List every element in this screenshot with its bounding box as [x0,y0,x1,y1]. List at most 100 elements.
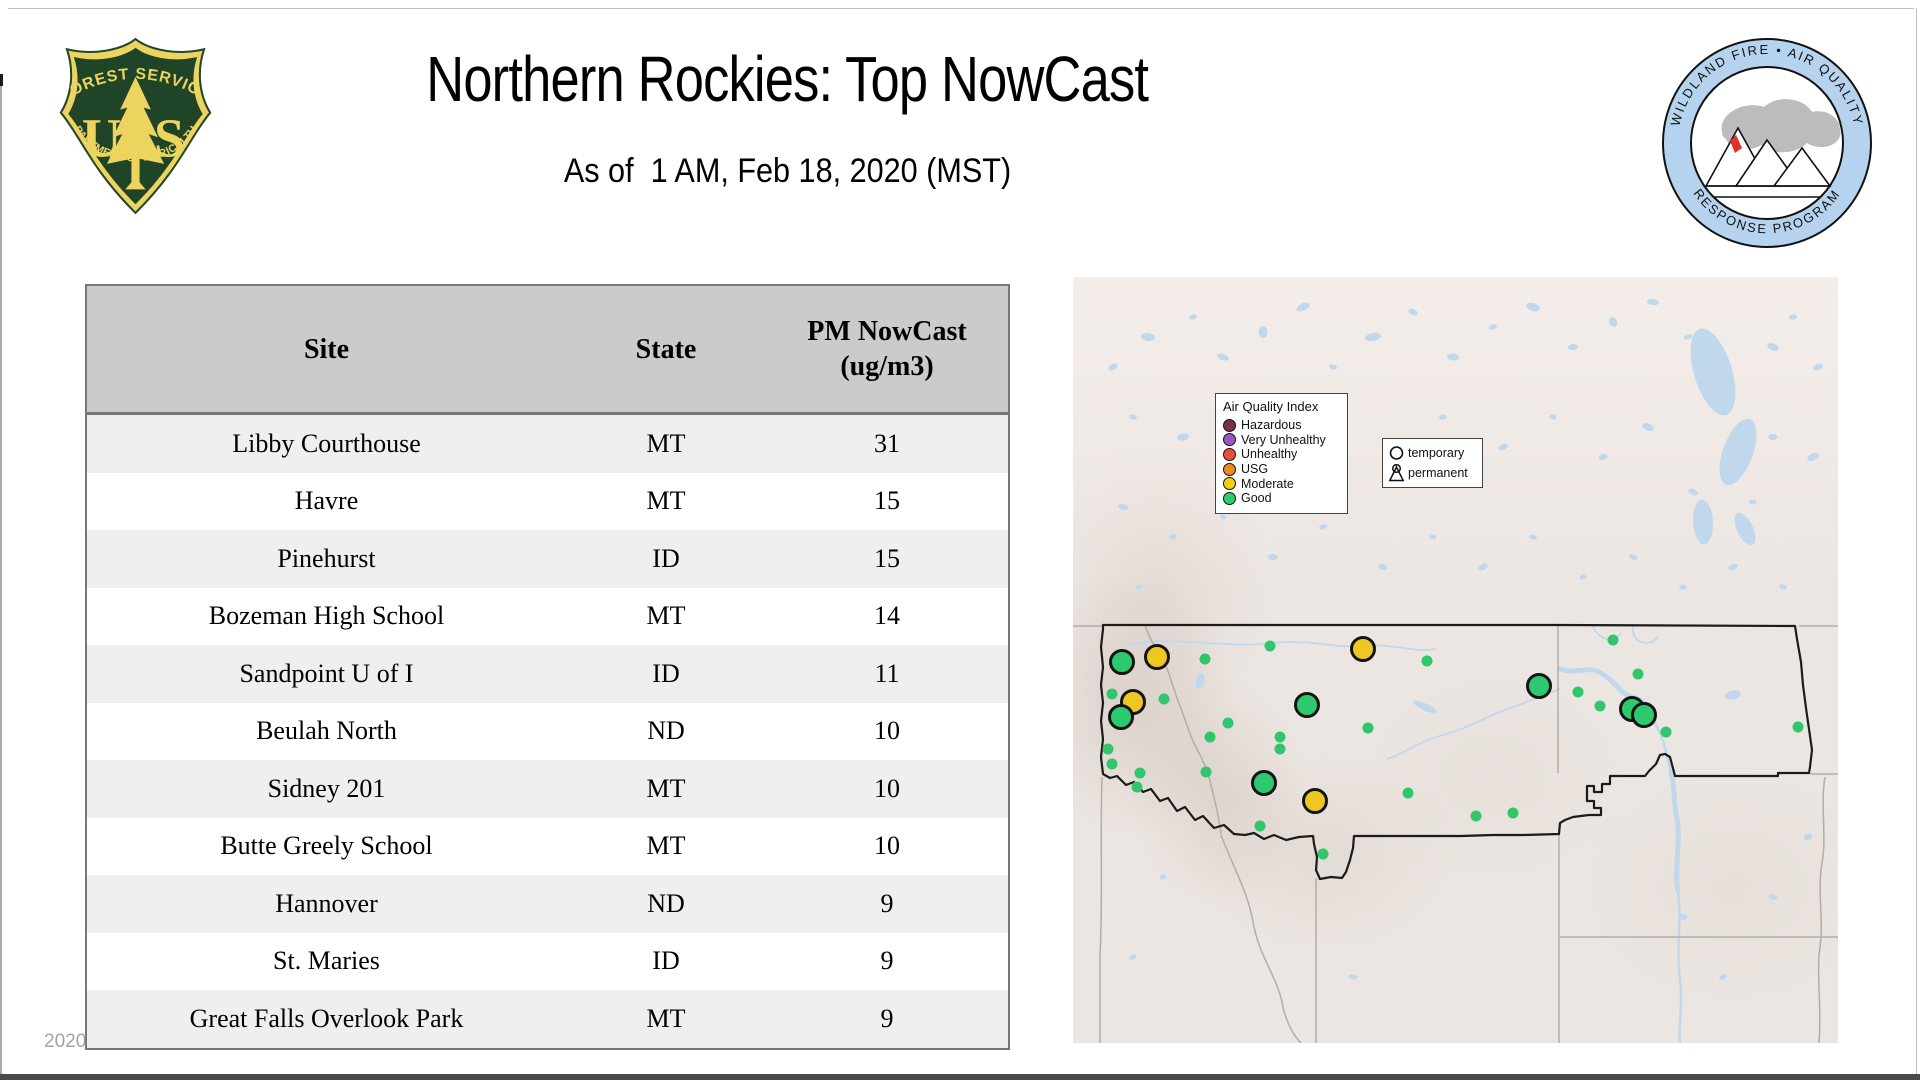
cell: ID [566,932,766,990]
permanent-monitor-marker [1102,743,1114,755]
permanent-monitor-marker [1632,668,1644,680]
permanent-monitor-marker [1594,700,1606,712]
permanent-monitor-marker [1199,653,1211,665]
permanent-monitor-marker [1660,726,1672,738]
permanent-monitor-marker [1607,634,1619,646]
table-header-row: Site State PM NowCast (ug/m3) [86,285,1009,415]
col-header-pm-nowcast: PM NowCast (ug/m3) [766,285,1009,415]
cell: Libby Courthouse [86,413,566,473]
aqi-color-dot [1223,477,1236,491]
table-row: Libby Courthouse MT 31 [86,413,1009,473]
cell: ID [566,530,766,588]
aqi-label: Moderate [1241,476,1294,491]
cell: 9 [766,990,1009,1049]
permanent-monitor-marker [1402,787,1414,799]
cell: 10 [766,760,1009,818]
aqi-label: Good [1241,491,1272,506]
cell: Butte Greely School [86,817,566,875]
cell: MT [566,472,766,530]
aqi-legend-item: Moderate [1223,476,1340,491]
col-header-state: State [566,285,766,415]
table-row: Havre MT 15 [86,472,1009,530]
nowcast-table: Site State PM NowCast (ug/m3) Libby Cour… [85,284,1010,1050]
cell: 14 [766,587,1009,645]
permanent-monitor-icon [1388,464,1405,482]
aqi-color-dot [1223,418,1236,432]
aqi-legend-items: Hazardous Very Unhealthy Unhealthy USG Moder… [1223,418,1340,506]
permanent-label: permanent [1408,466,1468,480]
cell: MT [566,990,766,1049]
aqi-legend-item: Very Unhealthy [1223,433,1340,448]
aqi-legend-item: USG [1223,462,1340,477]
aqi-color-dot [1223,433,1236,447]
table-row: Beulah North ND 10 [86,702,1009,760]
cell: Bozeman High School [86,587,566,645]
permanent-monitor-marker [1106,688,1118,700]
table-row: St. Maries ID 9 [86,932,1009,990]
cell: 9 [766,932,1009,990]
cell: ID [566,645,766,703]
permanent-monitor-marker [1274,743,1286,755]
state-borders-gray [1073,624,1838,1043]
report-page: FOREST SERVICE U S DEPARTMENT OF AGRICUL… [0,0,1920,1080]
temporary-monitor-marker [1144,644,1170,670]
cell: MT [566,413,766,473]
basemap [1073,298,1838,1043]
permanent-monitor-marker [1264,640,1276,652]
table-row: Pinehurst ID 15 [86,530,1009,588]
cell: ND [566,875,766,933]
temporary-monitor-marker [1251,770,1277,796]
aqi-legend-item: Good [1223,491,1340,506]
permanent-monitor-marker [1507,807,1519,819]
cell: 10 [766,817,1009,875]
aqi-color-dot [1223,462,1236,476]
cell: 9 [766,875,1009,933]
cell: 11 [766,645,1009,703]
cell: St. Maries [86,932,566,990]
cell: 10 [766,702,1009,760]
permanent-monitor-marker [1362,722,1374,734]
aqi-legend: Air Quality Index Hazardous Very Unhealth… [1215,393,1348,514]
aqi-color-dot [1223,491,1236,505]
window-top-edge [8,8,1914,9]
temporary-monitor-marker [1350,636,1376,662]
temporary-monitor-icon [1389,446,1404,460]
cell: Hannover [86,875,566,933]
temporary-monitor-marker [1108,704,1134,730]
aqi-label: Very Unhealthy [1241,432,1326,447]
cell: Sandpoint U of I [86,645,566,703]
permanent-monitor-marker [1254,820,1266,832]
permanent-monitor-marker [1158,693,1170,705]
temporary-monitor-marker [1526,673,1552,699]
table-row: Bozeman High School MT 14 [86,587,1009,645]
left-edge-line [0,86,2,1080]
temporary-label: temporary [1408,446,1465,460]
permanent-monitor-marker [1274,731,1286,743]
window-bottom-edge [0,1074,1920,1080]
table-row: Sandpoint U of I ID 11 [86,645,1009,703]
air-quality-map: Air Quality Index Hazardous Very Unhealth… [1073,277,1838,1043]
cell: MT [566,587,766,645]
aqi-legend-title: Air Quality Index [1223,399,1319,414]
page-title: Northern Rockies: Top NowCast [426,43,1150,115]
aqi-label: Hazardous [1241,418,1302,433]
table-row: Sidney 201 MT 10 [86,760,1009,818]
cell: 15 [766,472,1009,530]
cell: Pinehurst [86,530,566,588]
permanent-monitor-marker [1134,767,1146,779]
permanent-monitor-marker [1106,758,1118,770]
rivers-layer [1127,625,1683,1043]
permanent-monitor-marker [1792,721,1804,733]
permanent-monitor-marker [1572,686,1584,698]
cell: Sidney 201 [86,760,566,818]
permanent-monitor-marker [1222,717,1234,729]
cell: 15 [766,530,1009,588]
cell: 31 [766,413,1009,473]
temporary-monitor-marker [1294,692,1320,718]
marker-type-legend: temporary permanent [1382,438,1483,488]
aqi-legend-item: Unhealthy [1223,447,1340,462]
cell: MT [566,817,766,875]
cell: ND [566,702,766,760]
permanent-monitor-marker [1131,781,1143,793]
window-right-edge [1916,8,1917,1074]
